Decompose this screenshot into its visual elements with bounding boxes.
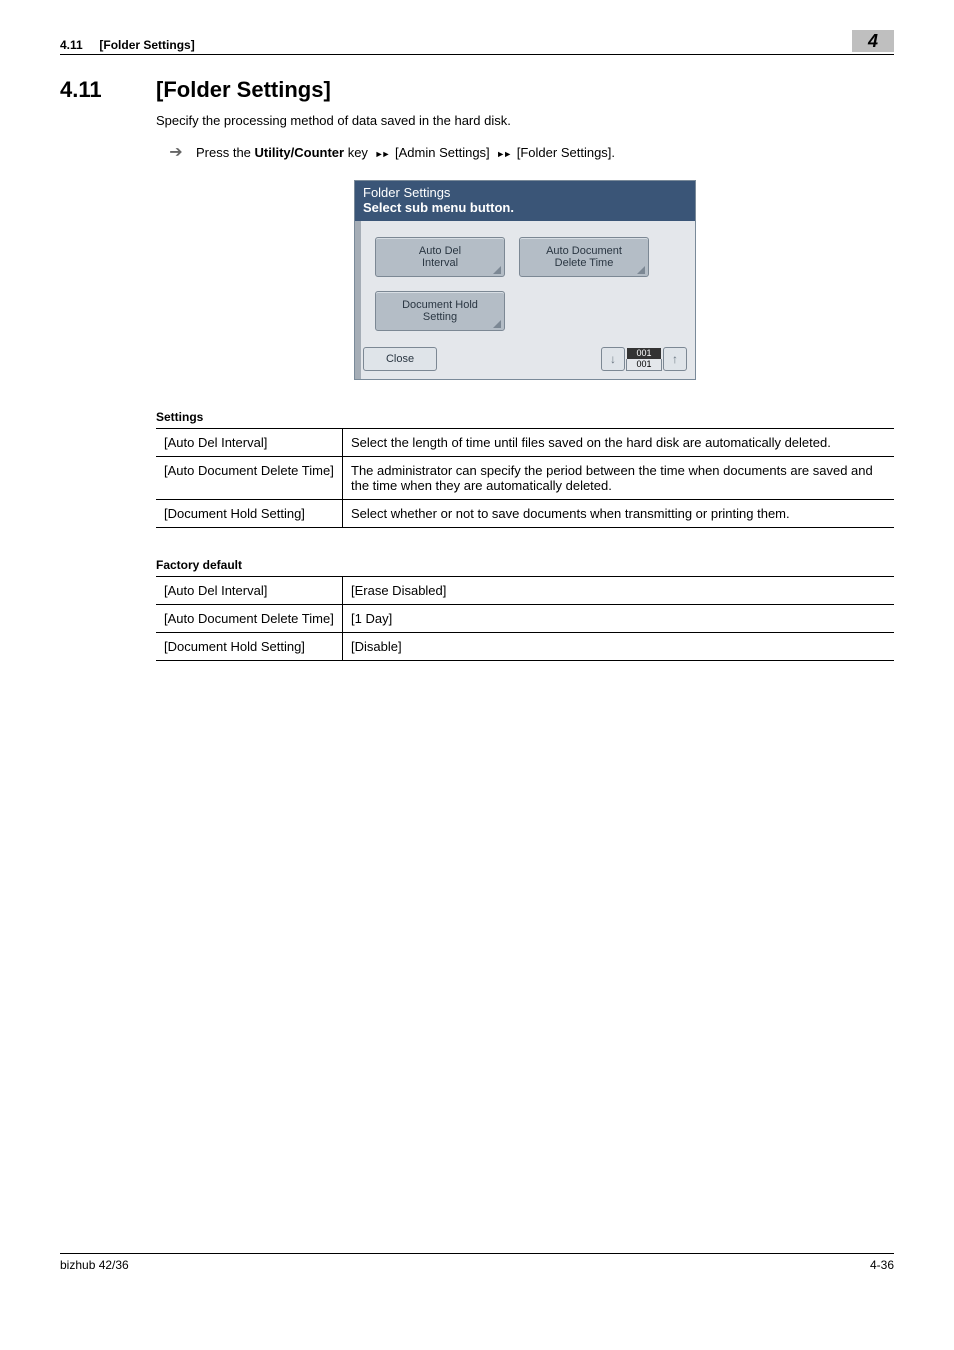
setting-desc: Select the length of time until files sa… (343, 429, 895, 457)
setting-name: [Auto Document Delete Time] (156, 457, 343, 500)
btn-line2: Setting (423, 311, 457, 323)
setting-desc: Select whether or not to save documents … (343, 500, 895, 528)
settings-heading: Settings (156, 410, 894, 424)
auto-document-delete-time-button[interactable]: Auto Document Delete Time (519, 237, 649, 277)
header-section-num: 4.11 (60, 38, 83, 52)
table-row: [Auto Del Interval] [Erase Disabled] (156, 577, 894, 605)
table-row: [Auto Document Delete Time] [1 Day] (156, 605, 894, 633)
footer-left: bizhub 42/36 (60, 1258, 129, 1272)
panel-title: Folder Settings (363, 185, 687, 200)
running-header: 4.11 [Folder Settings] 4 (60, 30, 894, 55)
page-down-button[interactable]: ↓ (601, 347, 625, 371)
setting-name: [Auto Del Interval] (156, 429, 343, 457)
defaults-heading: Factory default (156, 558, 894, 572)
btn-line1: Auto Document (546, 245, 622, 257)
default-value: [Erase Disabled] (343, 577, 895, 605)
default-value: [Disable] (343, 633, 895, 661)
page-counter: 001 001 (627, 348, 661, 370)
btn-line1: Document Hold (402, 299, 478, 311)
chapter-tab: 4 (852, 30, 894, 52)
auto-del-interval-button[interactable]: Auto Del Interval (375, 237, 505, 277)
table-row: [Auto Document Delete Time] The administ… (156, 457, 894, 500)
footer-right: 4-36 (870, 1258, 894, 1272)
section-number: 4.11 (60, 77, 156, 103)
submenu-corner-icon (493, 266, 501, 274)
submenu-corner-icon (637, 266, 645, 274)
page-footer: bizhub 42/36 4-36 (60, 1253, 894, 1272)
btn-line2: Delete Time (555, 257, 614, 269)
chevron-right-icon: ►► (372, 149, 392, 159)
default-value: [1 Day] (343, 605, 895, 633)
btn-line2: Interval (422, 257, 458, 269)
setting-name: [Document Hold Setting] (156, 500, 343, 528)
close-button[interactable]: Close (363, 347, 437, 371)
page-up-button[interactable]: ↑ (663, 347, 687, 371)
table-row: [Auto Del Interval] Select the length of… (156, 429, 894, 457)
nav-key-after: key (344, 145, 371, 160)
default-name: [Auto Document Delete Time] (156, 605, 343, 633)
paginator: ↓ 001 001 ↑ (601, 347, 687, 371)
table-row: [Document Hold Setting] [Disable] (156, 633, 894, 661)
arrow-icon: ➔ (164, 142, 188, 162)
nav-step-1: [Admin Settings] (395, 145, 490, 160)
document-hold-setting-button[interactable]: Document Hold Setting (375, 291, 505, 331)
page-current: 001 (627, 348, 661, 359)
section-intro: Specify the processing method of data sa… (156, 113, 894, 128)
navigation-path: ➔ Press the Utility/Counter key ►► [Admi… (156, 142, 894, 162)
nav-step-2: [Folder Settings]. (517, 145, 615, 160)
btn-line1: Auto Del (419, 245, 461, 257)
nav-prefix: Press the (196, 145, 255, 160)
section-title: [Folder Settings] (156, 77, 331, 103)
page-total: 001 (626, 359, 662, 371)
chevron-right-icon: ►► (493, 149, 513, 159)
panel-header: Folder Settings Select sub menu button. (355, 181, 695, 221)
default-name: [Auto Del Interval] (156, 577, 343, 605)
defaults-table: [Auto Del Interval] [Erase Disabled] [Au… (156, 576, 894, 661)
panel-subtitle: Select sub menu button. (363, 200, 687, 215)
settings-table: [Auto Del Interval] Select the length of… (156, 428, 894, 528)
default-name: [Document Hold Setting] (156, 633, 343, 661)
nav-key: Utility/Counter (255, 145, 345, 160)
header-section-name: [Folder Settings] (99, 38, 194, 52)
setting-desc: The administrator can specify the period… (343, 457, 895, 500)
submenu-corner-icon (493, 320, 501, 328)
header-section-label: 4.11 [Folder Settings] (60, 38, 195, 52)
device-screenshot: Folder Settings Select sub menu button. … (354, 180, 696, 380)
table-row: [Document Hold Setting] Select whether o… (156, 500, 894, 528)
